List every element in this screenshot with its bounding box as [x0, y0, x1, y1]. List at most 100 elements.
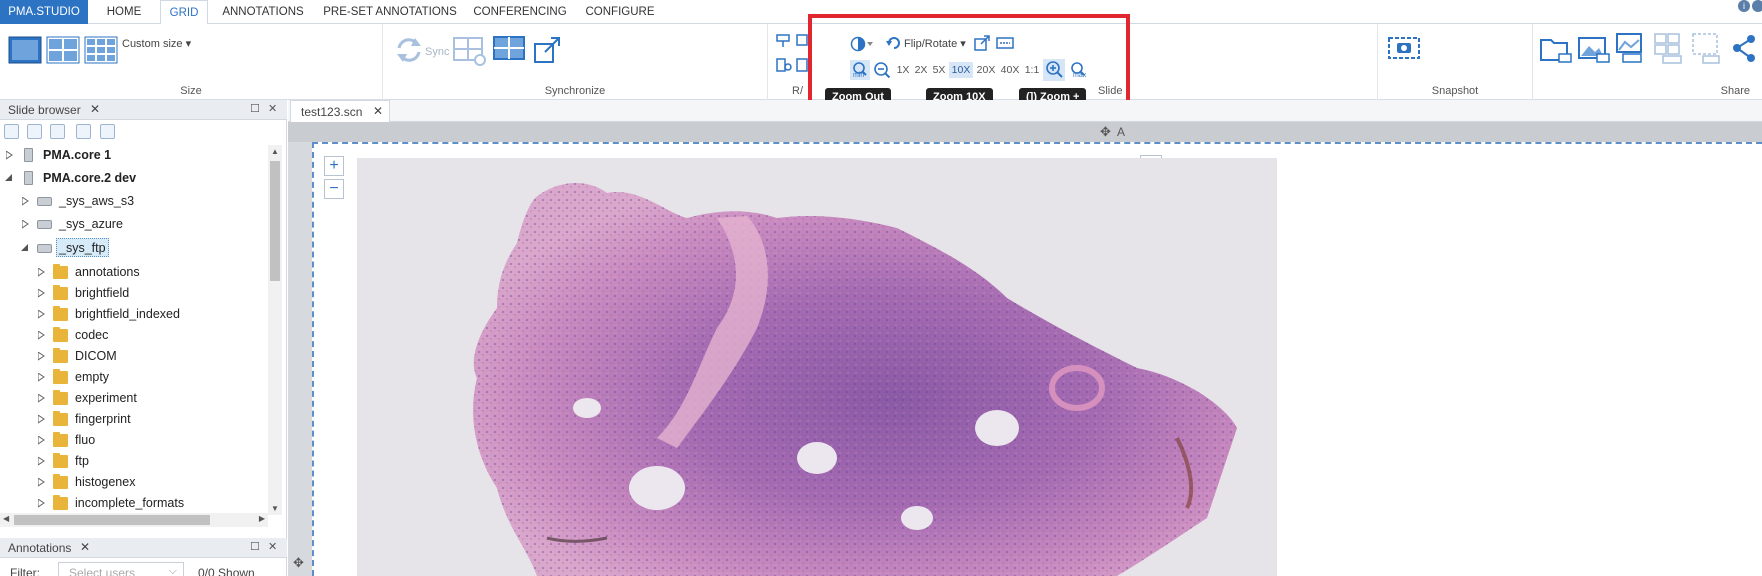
tree-folder-item[interactable]: incomplete_formats	[0, 493, 268, 513]
annotations-close-panel-icon[interactable]: ✕	[268, 540, 277, 553]
sync-label[interactable]: Sync	[425, 46, 449, 58]
move-handle-icon[interactable]: ✥	[1100, 124, 1111, 140]
expand-arrow-icon[interactable]	[22, 197, 29, 206]
synchronize-group-label: Synchronize	[544, 85, 606, 97]
tree-folder-item[interactable]: annotations	[0, 262, 268, 282]
tab-close-icon[interactable]: ✕	[373, 104, 383, 118]
expand-arrow-icon[interactable]	[38, 415, 45, 424]
scroll-left-icon[interactable]: ◀	[3, 514, 9, 523]
tab-conferencing[interactable]: CONFERENCING	[470, 0, 570, 24]
properties-icon[interactable]	[100, 124, 115, 139]
folder-icon	[53, 348, 68, 363]
select-users-dropdown[interactable]: Select users ⌵	[58, 562, 184, 576]
annotations-panel: Annotations ✕ ☐ ✕ Filter: Select users ⌵…	[0, 538, 287, 576]
expand-arrow-icon[interactable]	[38, 331, 45, 340]
expand-arrow-icon[interactable]	[38, 352, 45, 361]
popout-icon[interactable]	[533, 36, 561, 64]
user-corner-icon[interactable]	[1752, 0, 1762, 12]
slide-browser-close-icon[interactable]: ✕	[90, 102, 100, 116]
tree-label: codec	[75, 328, 109, 342]
tree-folder-item[interactable]: experiment	[0, 388, 268, 408]
layout-2x2-icon[interactable]	[46, 36, 80, 64]
tree-server-pma-core-1[interactable]: PMA.core 1	[0, 145, 268, 165]
tree-folder-item[interactable]: codec	[0, 325, 268, 345]
folder-icon	[53, 411, 68, 426]
expand-arrow-icon[interactable]	[38, 394, 45, 403]
tree-drive-aws-s3[interactable]: _sys_aws_s3	[0, 191, 268, 211]
share-folder-icon[interactable]	[1539, 34, 1573, 66]
tab-home[interactable]: HOME	[100, 0, 148, 24]
horizontal-scroll-thumb[interactable]	[14, 515, 210, 525]
expand-arrow-icon[interactable]	[38, 478, 45, 487]
sync-grid-icon[interactable]	[453, 36, 487, 66]
share-selection-icon[interactable]	[1691, 32, 1725, 66]
grid-view-icon[interactable]	[493, 36, 525, 62]
expand-arrow-icon[interactable]	[38, 310, 45, 319]
snapshot-camera-icon[interactable]	[1388, 34, 1422, 62]
open-external-icon[interactable]	[50, 124, 65, 139]
tab-grid[interactable]: GRID	[160, 0, 208, 25]
expand-arrow-icon[interactable]	[38, 289, 45, 298]
thumbnail-icon[interactable]	[76, 124, 91, 139]
move-handle-side-icon[interactable]: ✥	[293, 555, 304, 571]
share-network-icon[interactable]	[1731, 34, 1759, 64]
region-tool-icon[interactable]	[776, 34, 792, 48]
annotations-maximize-icon[interactable]: ☐	[250, 540, 260, 553]
grid-view-toggle-icon[interactable]	[4, 124, 19, 139]
tree-folder-item[interactable]: DICOM	[0, 346, 268, 366]
tree-drive-ftp[interactable]: _sys_ftp	[0, 238, 268, 258]
expand-arrow-icon[interactable]	[22, 220, 29, 229]
app-name-tab[interactable]: PMA.STUDIO	[0, 0, 88, 24]
synchronize-group: Sync Synchronize	[383, 24, 768, 100]
expand-arrow-icon[interactable]	[38, 499, 45, 508]
tree-server-pma-core-2-dev[interactable]: PMA.core.2 dev	[0, 168, 268, 188]
share-image-icon[interactable]	[1577, 34, 1611, 66]
tree-folder-item[interactable]: brightfield	[0, 283, 268, 303]
collapse-arrow-icon[interactable]	[21, 244, 29, 252]
tree-label: _sys_azure	[59, 217, 123, 231]
share-slide-icon[interactable]	[1615, 32, 1649, 66]
tree-drive-azure[interactable]: _sys_azure	[0, 214, 268, 234]
tab-annotations[interactable]: ANNOTATIONS	[218, 0, 308, 24]
share-group: Share	[1533, 24, 1762, 100]
scroll-down-icon[interactable]: ▼	[271, 504, 279, 513]
tree-folder-item[interactable]: histogenex	[0, 472, 268, 492]
annotations-close-icon[interactable]: ✕	[80, 540, 90, 554]
tab-preset-annotations[interactable]: PRE-SET ANNOTATIONS	[320, 0, 460, 24]
tree-label: incomplete_formats	[75, 496, 185, 510]
chevron-down-icon[interactable]: ⌵	[169, 565, 177, 576]
info-corner-icon[interactable]: i	[1738, 0, 1750, 12]
tree-folder-item[interactable]: brightfield_indexed	[0, 304, 268, 324]
tab-configure[interactable]: CONFIGURE	[582, 0, 658, 24]
vertical-scrollbar[interactable]: ▲ ▼	[268, 145, 282, 515]
layout-3x3-icon[interactable]	[84, 36, 118, 64]
folder-icon	[53, 285, 68, 300]
region-overlay-icon[interactable]	[776, 58, 792, 72]
collapse-arrow-icon[interactable]	[5, 174, 13, 182]
viewer-zoom-out-button[interactable]: −	[324, 179, 344, 199]
layout-1x1-icon[interactable]	[8, 36, 42, 64]
tree-folder-item[interactable]: fingerprint	[0, 409, 268, 429]
tree-label: brightfield_indexed	[75, 307, 180, 321]
sync-icon[interactable]	[393, 34, 425, 66]
refresh-icon[interactable]	[27, 124, 42, 139]
tab-test123[interactable]: test123.scn ✕	[290, 100, 390, 122]
slide-browser-maximize-icon[interactable]: ☐	[250, 102, 260, 115]
tree-folder-item[interactable]: empty	[0, 367, 268, 387]
scroll-up-icon[interactable]: ▲	[271, 147, 279, 156]
slide-browser-close-panel-icon[interactable]: ✕	[268, 102, 277, 115]
expand-arrow-icon[interactable]	[6, 151, 13, 160]
expand-arrow-icon[interactable]	[38, 373, 45, 382]
tree-folder-item[interactable]: fluo	[0, 430, 268, 450]
custom-size-dropdown[interactable]: Custom size ▾	[122, 37, 191, 50]
expand-arrow-icon[interactable]	[38, 268, 45, 277]
vertical-scroll-thumb[interactable]	[270, 161, 280, 281]
horizontal-scrollbar[interactable]: ◀ ▶	[0, 513, 268, 527]
share-grid-icon[interactable]	[1653, 32, 1687, 66]
tree-folder-item[interactable]: ftp	[0, 451, 268, 471]
slide-image	[357, 158, 1277, 576]
expand-arrow-icon[interactable]	[38, 436, 45, 445]
expand-arrow-icon[interactable]	[38, 457, 45, 466]
viewer-zoom-in-button[interactable]: +	[324, 156, 344, 176]
scroll-right-icon[interactable]: ▶	[259, 514, 265, 523]
